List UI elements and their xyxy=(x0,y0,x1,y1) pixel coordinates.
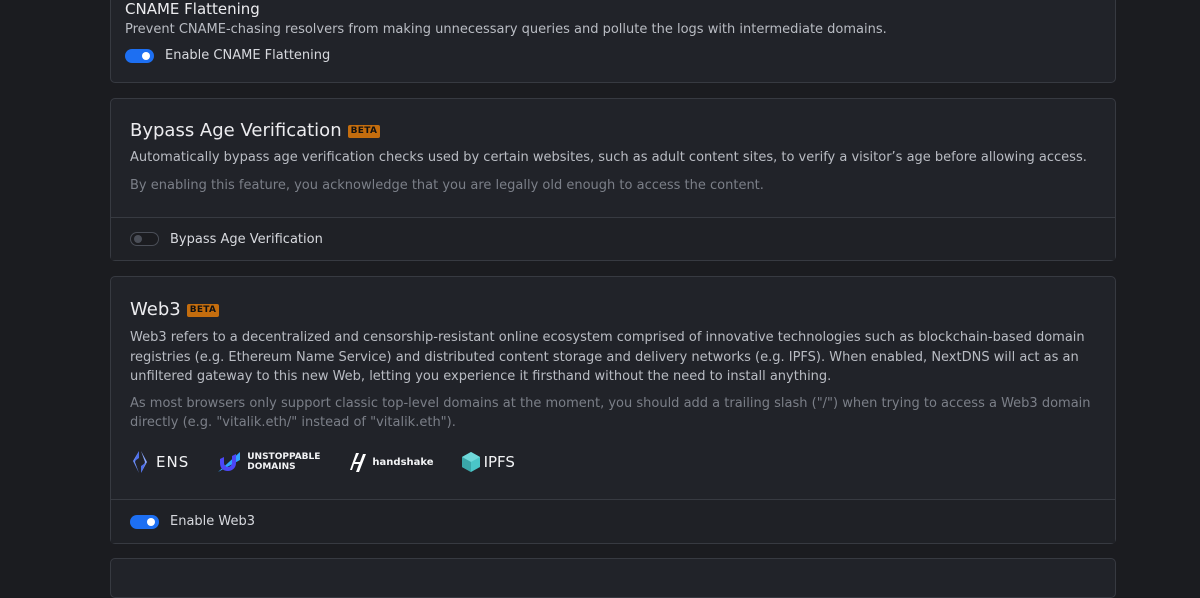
handshake-logo: handshake xyxy=(347,450,434,474)
web3-note: As most browsers only support classic to… xyxy=(130,396,1091,430)
web3-description: Web3 refers to a decentralized and censo… xyxy=(130,330,1085,384)
ipfs-icon xyxy=(461,452,480,472)
switch-knob xyxy=(134,235,142,243)
cname-flattening-description: Prevent CNAME-chasing resolvers from mak… xyxy=(125,22,887,37)
unstoppable-domains-icon xyxy=(218,452,241,472)
switch-knob xyxy=(142,51,150,60)
bypass-age-verification-toggle-label: Bypass Age Verification xyxy=(170,231,323,247)
web3-switch[interactable] xyxy=(130,514,159,529)
cname-flattening-title: CNAME Flattening xyxy=(125,0,260,18)
bypass-age-verification-toggle-row[interactable]: Bypass Age Verification xyxy=(130,232,323,247)
next-settings-card xyxy=(110,558,1116,598)
ens-logo: ENS xyxy=(130,450,189,474)
web3-toggle-row[interactable]: Enable Web3 xyxy=(130,514,255,529)
web3-toggle-label: Enable Web3 xyxy=(170,514,256,529)
web3-title: Web3 xyxy=(130,299,181,320)
ipfs-logo: IPFS xyxy=(461,451,515,473)
bypass-age-verification-card: Bypass Age Verification BETA Automatical… xyxy=(110,98,1116,261)
beta-badge: BETA xyxy=(186,303,220,317)
web3-card: Web3 BETA Web3 refers to a decentralized… xyxy=(110,276,1116,544)
web3-footer: Enable Web3 xyxy=(111,499,1115,543)
web3-heading: Web3 BETA xyxy=(130,299,220,321)
beta-badge: BETA xyxy=(347,124,381,138)
ens-logo-text: ENS xyxy=(156,453,190,471)
handshake-logo-text: handshake xyxy=(372,456,434,468)
ipfs-logo-text: IPFS xyxy=(483,453,515,471)
bypass-age-verification-switch[interactable] xyxy=(130,232,159,246)
unstoppable-line2: DOMAINS xyxy=(247,462,296,472)
cname-flattening-toggle-label: Enable CNAME Flattening xyxy=(165,48,331,63)
bypass-age-verification-heading: Bypass Age Verification BETA xyxy=(130,120,381,142)
unstoppable-domains-logo: UNSTOPPABLE DOMAINS xyxy=(216,450,320,474)
bypass-age-verification-title: Bypass Age Verification xyxy=(130,120,342,141)
cname-flattening-card: CNAME Flattening Prevent CNAME-chasing r… xyxy=(110,0,1116,83)
bypass-age-verification-footer: Bypass Age Verification xyxy=(111,217,1115,260)
bypass-age-verification-note: By enabling this feature, you acknowledg… xyxy=(130,178,764,193)
cname-flattening-toggle-row[interactable]: Enable CNAME Flattening xyxy=(125,48,330,63)
bypass-age-verification-description: Automatically bypass age verification ch… xyxy=(130,150,1087,165)
handshake-icon xyxy=(350,453,367,472)
unstoppable-line1: UNSTOPPABLE xyxy=(247,452,321,462)
ens-icon xyxy=(133,451,147,473)
switch-knob xyxy=(147,517,155,526)
web3-logos: ENS UNSTOPPABLE DOMAINS handshake IPFS xyxy=(130,450,542,474)
cname-flattening-switch[interactable] xyxy=(125,48,154,63)
unstoppable-domains-text: UNSTOPPABLE DOMAINS xyxy=(247,452,320,472)
